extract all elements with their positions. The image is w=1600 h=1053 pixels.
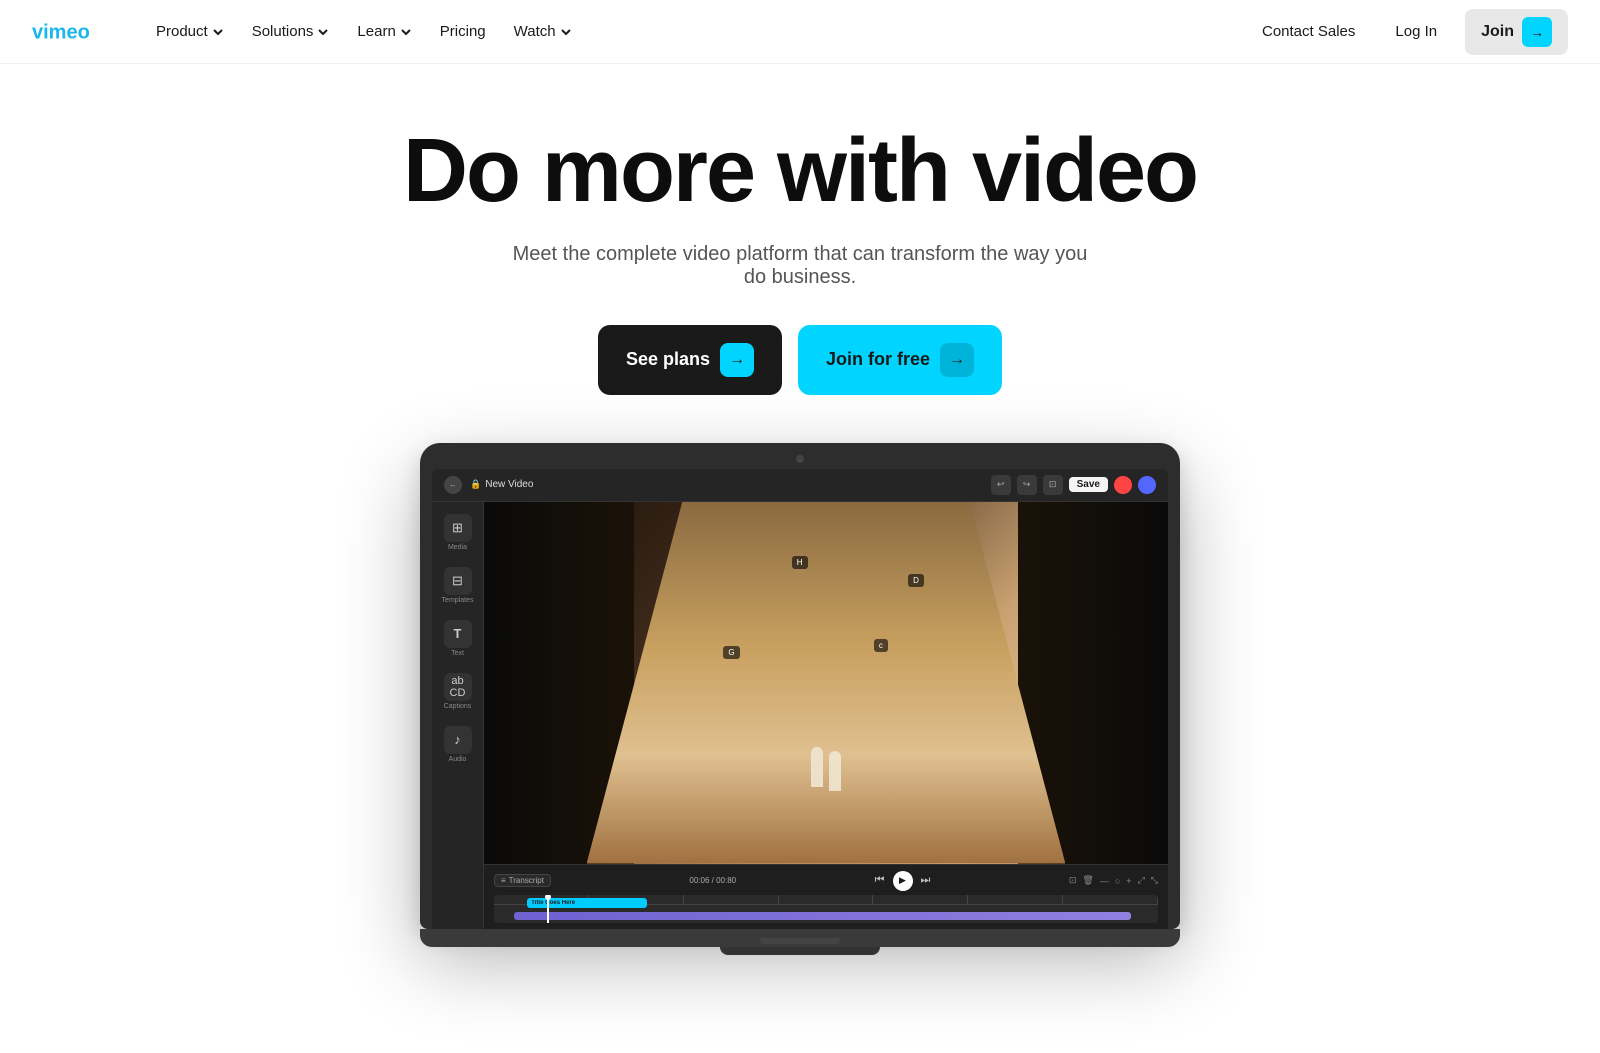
laptop: ← 🔒 New Video ↩ ↪ ⊡ Save <box>420 443 1180 955</box>
templates-tool[interactable]: ⊟ Templates <box>442 567 474 604</box>
figure-1 <box>811 747 823 787</box>
laptop-base <box>420 929 1180 947</box>
see-plans-arrow-icon: → <box>720 343 754 377</box>
laptop-screen: ← 🔒 New Video ↩ ↪ ⊡ Save <box>432 469 1168 929</box>
figure-2 <box>829 751 841 791</box>
skip-back-button[interactable]: ⏮ <box>875 874 885 887</box>
solutions-chevron-icon <box>317 26 329 38</box>
playhead-dot <box>545 895 551 900</box>
zoom-in-icon[interactable]: + <box>1126 876 1131 886</box>
skip-forward-button[interactable]: ⏭ <box>921 874 931 887</box>
nav-right: Contact Sales Log In Join → <box>1250 9 1568 55</box>
topbar-left: ← 🔒 New Video <box>444 476 533 494</box>
label-g: G <box>723 646 739 659</box>
playhead <box>547 895 549 923</box>
share-button[interactable]: ⊡ <box>1043 475 1063 495</box>
profile-button[interactable] <box>1138 476 1156 494</box>
delete-icon[interactable]: 🗑 <box>1082 875 1093 886</box>
watch-chevron-icon <box>560 26 572 38</box>
fullscreen-icon[interactable]: ⤢ <box>1138 875 1145 886</box>
ruler-mark-4 <box>779 895 874 904</box>
ruler-mark-7 <box>1063 895 1158 904</box>
learn-chevron-icon <box>400 26 412 38</box>
split-icon[interactable]: ⊡ <box>1069 875 1077 886</box>
ruler-mark-5 <box>873 895 968 904</box>
screen-topbar: ← 🔒 New Video ↩ ↪ ⊡ Save <box>432 469 1168 502</box>
transcript-icon: ≡ <box>501 876 506 885</box>
nav-learn[interactable]: Learn <box>345 15 423 48</box>
camera-bar <box>432 455 1168 463</box>
record-button[interactable] <box>1114 476 1132 494</box>
nav-watch[interactable]: Watch <box>502 15 584 48</box>
see-plans-button[interactable]: See plans → <box>598 325 782 395</box>
nav-solutions[interactable]: Solutions <box>240 15 342 48</box>
join-button[interactable]: Join → <box>1465 9 1568 55</box>
nav-product[interactable]: Product <box>144 15 236 48</box>
clip-label: Title Goes Here <box>531 900 575 906</box>
logo[interactable]: vimeo <box>32 18 112 46</box>
corridor <box>484 502 1168 864</box>
nav-pricing[interactable]: Pricing <box>428 15 498 48</box>
undo-button[interactable]: ↩ <box>991 475 1011 495</box>
zoom-out-icon[interactable]: — <box>1100 876 1109 886</box>
figures <box>811 747 841 791</box>
timeline: ≡ Transcript 00:06 / 00:80 ⏮ ▶ ⏭ <box>484 864 1168 929</box>
navbar: vimeo Product Solutions Learn Pricing Wa… <box>0 0 1600 64</box>
captions-tool[interactable]: abCD Captions <box>444 673 472 710</box>
ruler-mark-3 <box>684 895 779 904</box>
hero-buttons: See plans → Join for free → <box>598 325 1002 395</box>
login-button[interactable]: Log In <box>1383 15 1449 48</box>
video-canvas: H G D c <box>484 502 1168 864</box>
timeline-controls: ⏮ ▶ ⏭ <box>875 871 931 891</box>
lock-icon: 🔒 <box>470 479 481 490</box>
join-arrow-icon: → <box>1522 17 1552 47</box>
product-chevron-icon <box>212 26 224 38</box>
hero-title: Do more with video <box>403 124 1197 219</box>
play-button[interactable]: ▶ <box>893 871 913 891</box>
text-tool[interactable]: T Text <box>444 620 472 657</box>
label-c: c <box>874 639 888 652</box>
screen-main: H G D c <box>484 502 1168 929</box>
zoom-slider[interactable]: ○ <box>1115 876 1120 886</box>
topbar-right: ↩ ↪ ⊡ Save <box>991 475 1156 495</box>
media-tool[interactable]: ⊞ Media <box>444 514 472 551</box>
more-icon[interactable]: ⤡ <box>1151 875 1158 886</box>
redo-button[interactable]: ↪ <box>1017 475 1037 495</box>
hero-subtitle: Meet the complete video platform that ca… <box>500 243 1100 289</box>
corridor-inner <box>587 502 1066 864</box>
contact-sales-button[interactable]: Contact Sales <box>1250 15 1367 48</box>
media-icon: ⊞ <box>444 514 472 542</box>
ruler-mark-6 <box>968 895 1063 904</box>
laptop-body: ← 🔒 New Video ↩ ↪ ⊡ Save <box>420 443 1180 929</box>
captions-icon: abCD <box>444 673 472 701</box>
lock-indicator: 🔒 New Video <box>470 479 533 490</box>
join-free-button[interactable]: Join for free → <box>798 325 1002 395</box>
label-d: D <box>908 574 924 587</box>
text-icon: T <box>444 620 472 648</box>
laptop-illustration: ← 🔒 New Video ↩ ↪ ⊡ Save <box>32 443 1568 955</box>
timeline-track: Title Goes Here <box>494 895 1158 923</box>
screen-sidebar: ⊞ Media ⊟ Templates T Text <box>432 502 484 929</box>
save-button[interactable]: Save <box>1069 477 1108 492</box>
nav-links: Product Solutions Learn Pricing Watch <box>144 15 1250 48</box>
camera-dot <box>796 455 804 463</box>
laptop-hinge <box>760 938 840 944</box>
purple-clip[interactable] <box>514 912 1132 920</box>
screen-inner: ← 🔒 New Video ↩ ↪ ⊡ Save <box>432 469 1168 929</box>
audio-icon: ♪ <box>444 726 472 754</box>
hero-section: Do more with video Meet the complete vid… <box>0 64 1600 955</box>
timeline-toprow: ≡ Transcript 00:06 / 00:80 ⏮ ▶ ⏭ <box>494 871 1158 891</box>
label-h: H <box>792 556 808 569</box>
back-button[interactable]: ← <box>444 476 462 494</box>
video-background: H G D c <box>484 502 1168 864</box>
svg-text:vimeo: vimeo <box>32 21 90 43</box>
laptop-stand <box>720 947 880 955</box>
audio-tool[interactable]: ♪ Audio <box>444 726 472 763</box>
transcript-tag[interactable]: ≡ Transcript <box>494 874 551 887</box>
screen-body: ⊞ Media ⊟ Templates T Text <box>432 502 1168 929</box>
timeline-time: 00:06 / 00:80 <box>689 876 736 885</box>
join-free-arrow-icon: → <box>940 343 974 377</box>
timeline-right-controls: ⊡ 🗑 — ○ + ⤢ ⤡ <box>1069 875 1158 886</box>
templates-icon: ⊟ <box>444 567 472 595</box>
